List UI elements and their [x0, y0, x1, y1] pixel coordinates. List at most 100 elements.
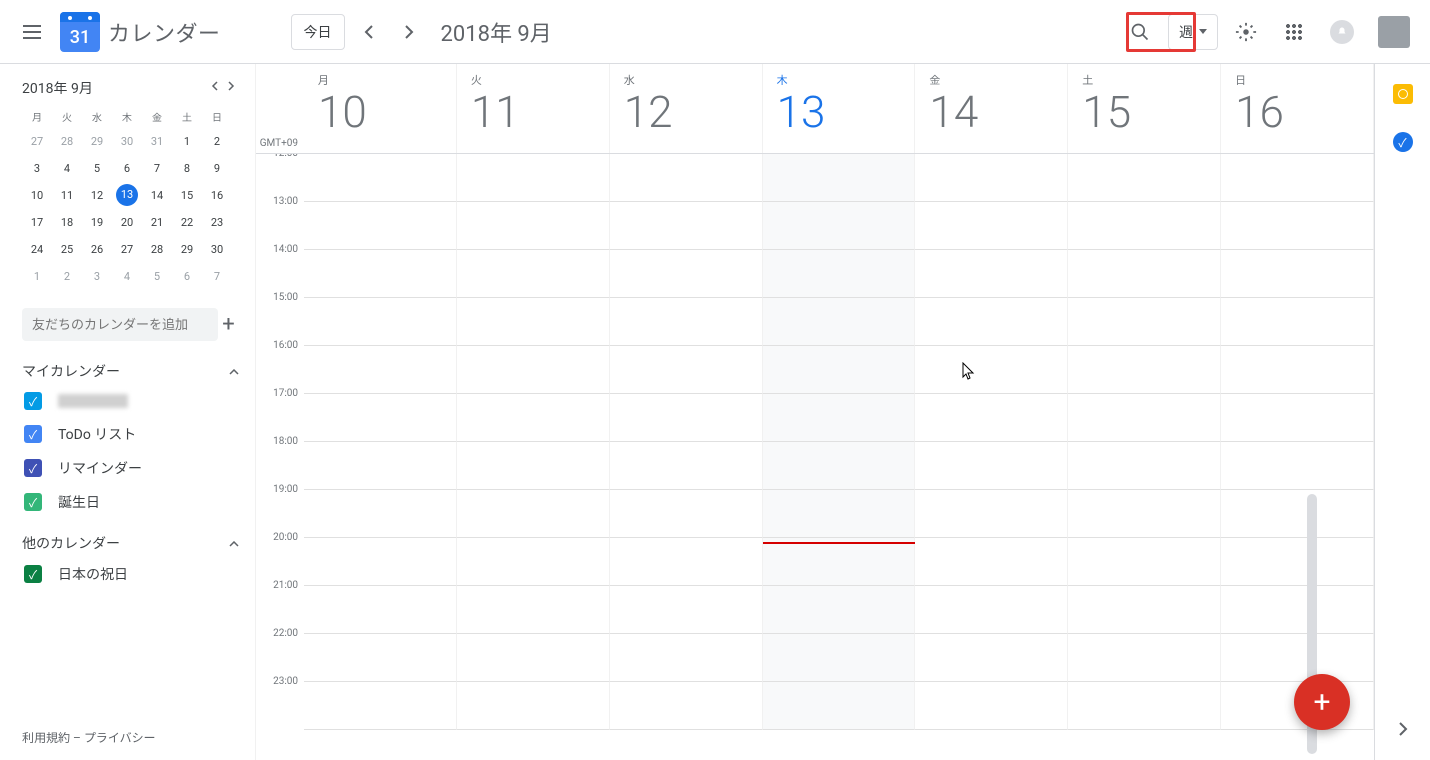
mini-date-cell[interactable]: 21 — [142, 209, 172, 236]
mini-date-cell[interactable]: 30 — [112, 128, 142, 155]
time-slot[interactable] — [610, 202, 763, 250]
mini-date-cell[interactable]: 2 — [202, 128, 232, 155]
time-slot[interactable] — [763, 250, 916, 298]
google-apps-button[interactable] — [1274, 12, 1314, 52]
time-slot[interactable] — [915, 682, 1068, 730]
time-slot[interactable] — [304, 250, 457, 298]
calendar-checkbox[interactable]: ✓ — [24, 565, 42, 583]
calendar-checkbox[interactable]: ✓ — [24, 425, 42, 443]
mini-date-cell[interactable]: 16 — [202, 182, 232, 209]
time-slot[interactable] — [1068, 586, 1221, 634]
time-slot[interactable] — [304, 346, 457, 394]
time-slot[interactable] — [915, 442, 1068, 490]
settings-button[interactable] — [1226, 12, 1266, 52]
time-slot[interactable] — [457, 346, 610, 394]
time-slot[interactable] — [457, 298, 610, 346]
time-slot[interactable] — [763, 154, 916, 202]
day-header[interactable]: 木13 — [763, 64, 916, 153]
time-slot[interactable] — [1221, 154, 1374, 202]
mini-date-cell[interactable]: 6 — [172, 263, 202, 290]
account-avatar[interactable] — [1378, 16, 1410, 48]
my-calendars-toggle[interactable]: マイカレンダー — [22, 361, 239, 381]
time-slot[interactable] — [915, 298, 1068, 346]
time-slot[interactable] — [457, 586, 610, 634]
day-header[interactable]: 土15 — [1068, 64, 1221, 153]
time-slot[interactable] — [1068, 538, 1221, 586]
calendar-item[interactable]: ✓誕生日 — [22, 485, 239, 519]
mini-date-cell[interactable]: 23 — [202, 209, 232, 236]
mini-date-cell[interactable]: 7 — [142, 155, 172, 182]
time-slot[interactable] — [1221, 442, 1374, 490]
mini-date-cell[interactable]: 12 — [82, 182, 112, 209]
mini-date-cell[interactable]: 30 — [202, 236, 232, 263]
mini-date-cell[interactable]: 13 — [116, 184, 138, 206]
logo[interactable]: 31 カレンダー — [60, 12, 221, 52]
time-slot[interactable] — [915, 154, 1068, 202]
calendar-item[interactable]: ✓ToDo リスト — [22, 417, 239, 451]
mini-date-cell[interactable]: 3 — [22, 155, 52, 182]
day-header[interactable]: 水12 — [610, 64, 763, 153]
mini-date-cell[interactable]: 5 — [142, 263, 172, 290]
time-slot[interactable] — [457, 250, 610, 298]
day-header[interactable]: 金14 — [915, 64, 1068, 153]
time-slot[interactable] — [1221, 634, 1374, 682]
today-button[interactable]: 今日 — [291, 14, 345, 50]
next-period-button[interactable] — [393, 16, 425, 48]
time-slot[interactable] — [304, 634, 457, 682]
time-slot[interactable] — [1221, 586, 1374, 634]
mini-date-cell[interactable]: 18 — [52, 209, 82, 236]
time-slot[interactable] — [1068, 394, 1221, 442]
time-slot[interactable] — [1068, 682, 1221, 730]
mini-date-cell[interactable]: 4 — [112, 263, 142, 290]
time-slot[interactable] — [1068, 634, 1221, 682]
time-slot[interactable] — [763, 586, 916, 634]
mini-date-cell[interactable]: 31 — [142, 128, 172, 155]
time-slot[interactable] — [763, 490, 916, 538]
mini-date-cell[interactable]: 5 — [82, 155, 112, 182]
time-slot[interactable] — [610, 586, 763, 634]
calendar-checkbox[interactable]: ✓ — [24, 493, 42, 511]
time-slot[interactable] — [1221, 394, 1374, 442]
time-slot[interactable] — [610, 394, 763, 442]
mini-date-cell[interactable]: 10 — [22, 182, 52, 209]
calendar-checkbox[interactable]: ✓ — [24, 459, 42, 477]
mini-date-cell[interactable]: 26 — [82, 236, 112, 263]
view-switcher[interactable]: 週 — [1168, 14, 1218, 50]
mini-calendar-next[interactable] — [223, 76, 239, 99]
time-slot[interactable] — [457, 634, 610, 682]
time-slot[interactable] — [915, 202, 1068, 250]
mini-date-cell[interactable]: 29 — [172, 236, 202, 263]
time-slot[interactable] — [610, 538, 763, 586]
mini-date-cell[interactable]: 8 — [172, 155, 202, 182]
main-menu-button[interactable] — [8, 8, 56, 56]
time-slot[interactable] — [304, 442, 457, 490]
time-slot[interactable] — [763, 538, 916, 586]
mini-date-cell[interactable]: 3 — [82, 263, 112, 290]
time-slot[interactable] — [610, 154, 763, 202]
calendar-checkbox[interactable]: ✓ — [24, 392, 42, 410]
mini-date-cell[interactable]: 19 — [82, 209, 112, 236]
calendar-item[interactable]: ✓ — [22, 385, 239, 417]
time-slot[interactable] — [763, 298, 916, 346]
mini-date-cell[interactable]: 7 — [202, 263, 232, 290]
search-button[interactable] — [1120, 12, 1160, 52]
time-slot[interactable] — [915, 634, 1068, 682]
add-calendar-input[interactable] — [22, 308, 218, 341]
time-slot[interactable] — [915, 586, 1068, 634]
calendar-item[interactable]: ✓リマインダー — [22, 451, 239, 485]
mini-date-cell[interactable]: 29 — [82, 128, 112, 155]
time-slot[interactable] — [610, 682, 763, 730]
tasks-icon[interactable]: ✓ — [1393, 132, 1413, 152]
time-slot[interactable] — [457, 538, 610, 586]
mini-calendar-prev[interactable] — [207, 76, 223, 99]
create-event-fab[interactable]: + — [1294, 674, 1350, 730]
time-slot[interactable] — [304, 586, 457, 634]
time-slot[interactable] — [304, 154, 457, 202]
mini-date-cell[interactable]: 9 — [202, 155, 232, 182]
time-slot[interactable] — [1068, 298, 1221, 346]
keep-icon[interactable] — [1393, 84, 1413, 104]
time-slot[interactable] — [610, 250, 763, 298]
time-slot[interactable] — [457, 154, 610, 202]
time-slot[interactable] — [457, 394, 610, 442]
time-slot[interactable] — [763, 634, 916, 682]
